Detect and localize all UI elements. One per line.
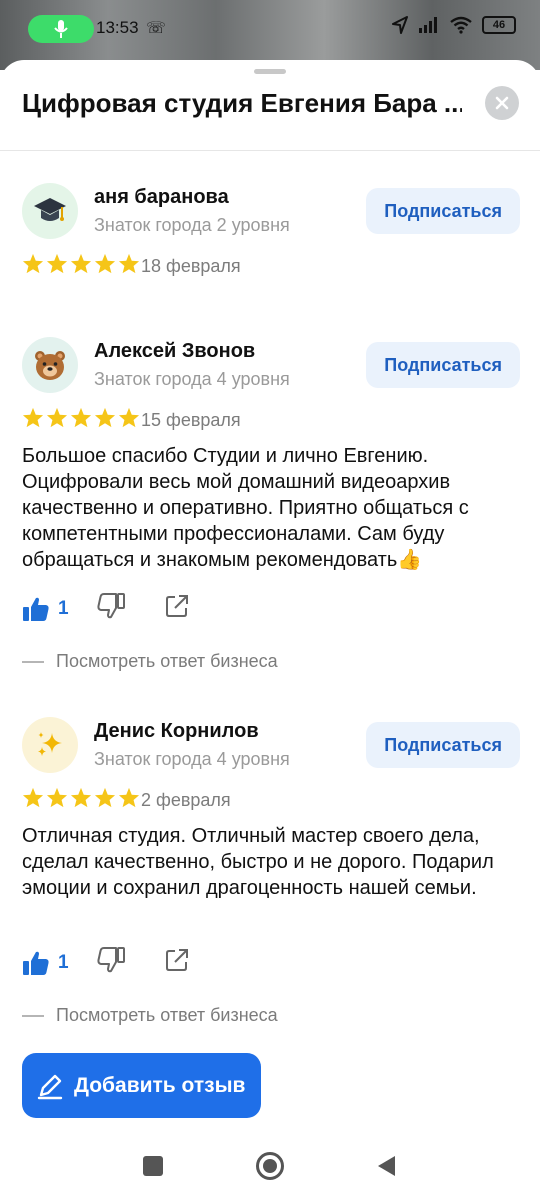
reply-dash — [22, 1014, 44, 1017]
reviewer-level: Знаток города 2 уровня — [94, 215, 290, 235]
dislike-button[interactable] — [97, 947, 125, 978]
review-date: 15 февраля — [141, 410, 241, 430]
recent-apps-button[interactable] — [143, 1156, 163, 1176]
avatar[interactable] — [22, 337, 78, 393]
header-divider — [0, 150, 540, 151]
star-icon — [118, 787, 140, 808]
page-title: Цифровая студия Евгения Бара ... — [22, 88, 462, 118]
reviews-sheet: Цифровая студия Евгения Бара ... аня бар… — [0, 60, 540, 1200]
system-navigation-bar — [0, 1140, 540, 1200]
add-review-button[interactable]: Добавить отзыв — [22, 1053, 261, 1118]
dislike-button[interactable] — [97, 593, 125, 624]
star-icon — [94, 787, 116, 808]
share-button[interactable] — [165, 594, 189, 623]
thumbs-up-icon — [23, 951, 49, 975]
reviewer-level: Знаток города 4 уровня — [94, 749, 290, 769]
star-icon — [70, 787, 92, 808]
like-count: 1 — [58, 597, 69, 619]
star-icon — [46, 253, 68, 274]
reviewer-name[interactable]: аня баранова — [94, 186, 229, 209]
star-icon — [22, 253, 44, 274]
sheet-drag-handle[interactable] — [254, 69, 286, 74]
view-business-reply-link[interactable]: Посмотреть ответ бизнеса — [22, 651, 278, 672]
bear-icon — [35, 351, 65, 380]
location-arrow-icon — [392, 16, 408, 34]
star-icon — [70, 407, 92, 428]
close-icon — [495, 96, 509, 110]
rating-stars — [22, 407, 140, 428]
microphone-indicator — [28, 15, 94, 43]
avatar[interactable] — [22, 183, 78, 239]
thumbs-down-icon — [97, 947, 125, 973]
reviewer-level: Знаток города 4 уровня — [94, 369, 290, 389]
review-actions: 1 — [22, 593, 189, 624]
add-review-label: Добавить отзыв — [74, 1073, 246, 1097]
review-item: аня баранова Знаток города 2 уровня Подп… — [22, 183, 520, 293]
reply-dash — [22, 660, 44, 663]
review-item: Алексей Звонов Знаток города 4 уровня По… — [22, 337, 520, 677]
review-date: 2 февраля — [141, 790, 231, 810]
like-button[interactable]: 1 — [22, 596, 69, 622]
battery-indicator: 46 — [482, 16, 516, 34]
view-business-reply-label: Посмотреть ответ бизнеса — [56, 651, 278, 671]
star-icon — [22, 787, 44, 808]
graduation-cap-icon — [34, 198, 66, 221]
review-text: Отличная студия. Отличный мастер своего … — [22, 825, 494, 899]
rating-stars — [22, 253, 140, 274]
share-icon — [165, 595, 188, 617]
reviewer-name[interactable]: Алексей Звонов — [94, 340, 255, 363]
like-count: 1 — [58, 951, 69, 973]
signal-icon — [419, 17, 437, 33]
sparkles-icon — [38, 732, 62, 756]
close-button[interactable] — [485, 86, 519, 120]
review-actions: 1 — [22, 947, 189, 978]
rating-stars — [22, 787, 140, 808]
star-icon — [94, 253, 116, 274]
star-icon — [22, 407, 44, 428]
review-date: 18 февраля — [141, 256, 241, 276]
missed-call-icon: ☏ — [146, 20, 167, 37]
like-button[interactable]: 1 — [22, 950, 69, 976]
reviewer-name[interactable]: Денис Корнилов — [94, 720, 259, 743]
star-icon — [46, 407, 68, 428]
view-business-reply-link[interactable]: Посмотреть ответ бизнеса — [22, 1005, 278, 1026]
star-icon — [94, 407, 116, 428]
review-item: Денис Корнилов Знаток города 4 уровня По… — [22, 717, 520, 1033]
home-dot — [263, 1159, 277, 1173]
star-icon — [118, 407, 140, 428]
star-icon — [118, 253, 140, 274]
subscribe-button[interactable]: Подписаться — [366, 188, 520, 234]
microphone-icon — [54, 20, 68, 38]
subscribe-button[interactable]: Подписаться — [366, 722, 520, 768]
thumbs-down-icon — [97, 593, 125, 619]
review-text: Большое спасибо Студии и лично Евгению. … — [22, 445, 469, 571]
star-icon — [70, 253, 92, 274]
thumbs-up-icon — [23, 597, 49, 621]
status-icons: 46 — [392, 16, 516, 34]
avatar[interactable] — [22, 717, 78, 773]
star-icon — [46, 787, 68, 808]
pencil-icon — [37, 1074, 63, 1099]
wifi-icon — [450, 16, 472, 34]
share-icon — [165, 949, 188, 971]
view-business-reply-label: Посмотреть ответ бизнеса — [56, 1005, 278, 1025]
subscribe-button[interactable]: Подписаться — [366, 342, 520, 388]
status-time: 13:53 — [96, 18, 139, 37]
home-button[interactable] — [256, 1152, 284, 1180]
share-button[interactable] — [165, 948, 189, 977]
back-button[interactable] — [375, 1154, 397, 1178]
